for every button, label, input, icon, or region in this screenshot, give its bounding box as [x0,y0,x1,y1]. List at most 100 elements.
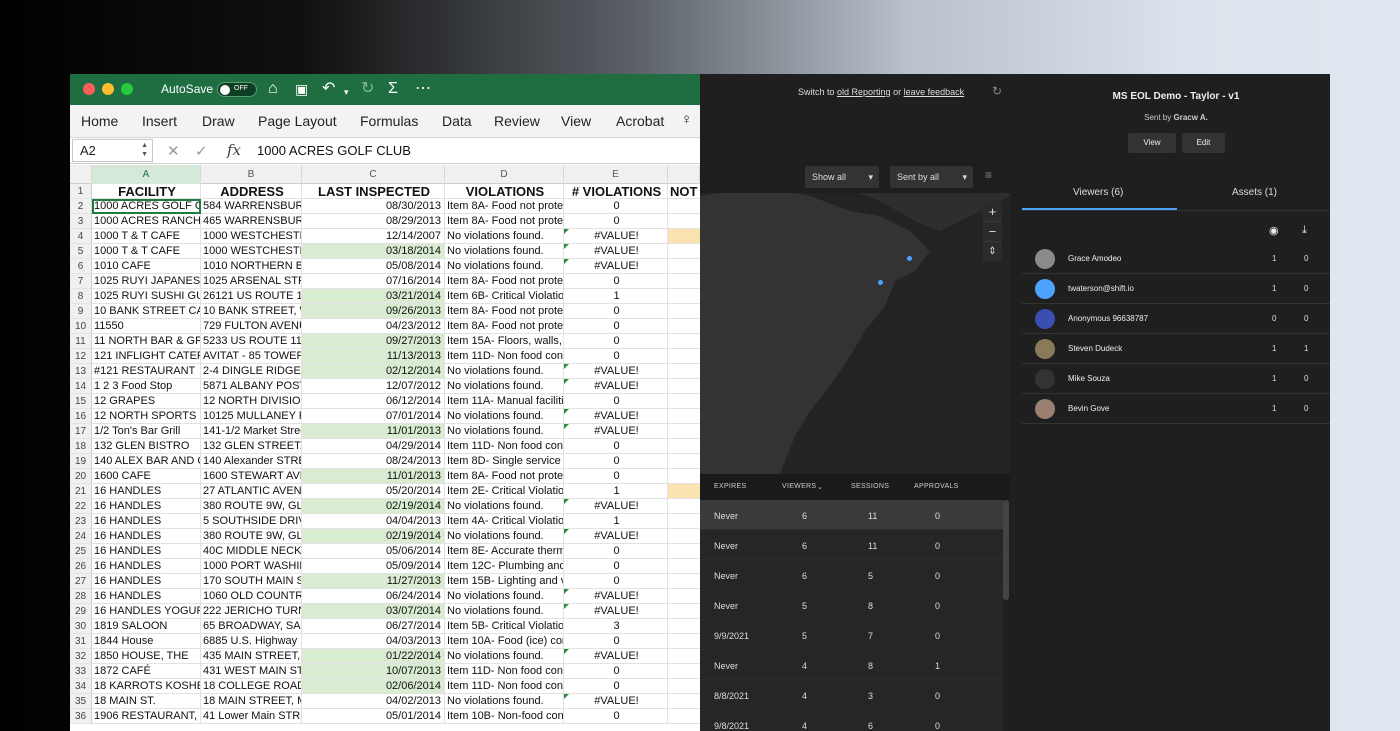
cell-num-violations[interactable]: #VALUE! [564,604,668,619]
cell-violations[interactable]: No violations found. [445,499,564,514]
list-item[interactable]: Anonymous 96638787 0 0 [1022,304,1330,334]
cell-address[interactable]: 2-4 DINGLE RIDGE R [201,364,302,379]
cell-last-inspected[interactable]: 07/16/2014 [302,274,445,289]
list-item[interactable]: Mike Souza 1 0 [1022,364,1330,394]
tab-view[interactable]: View [561,113,591,129]
cell-facility[interactable]: 1906 RESTAURANT, T [92,709,201,724]
cell-last-inspected[interactable]: 08/30/2013 [302,199,445,214]
cell-violations[interactable]: Item 11A- Manual faciliti [445,394,564,409]
column-header-b[interactable]: B [201,165,302,184]
cell-last-inspected[interactable]: 06/24/2014 [302,589,445,604]
cell-last-inspected[interactable]: 11/27/2013 [302,574,445,589]
row-number[interactable]: 33 [70,664,92,679]
cell-last-inspected[interactable]: 03/07/2014 [302,604,445,619]
error-indicator-icon[interactable] [564,589,569,594]
cell-not-c[interactable] [668,289,700,304]
row-number[interactable]: 24 [70,529,92,544]
name-box[interactable]: A2 ▲ ▼ [72,139,153,162]
cell-facility[interactable]: 1000 T & T CAFE [92,244,201,259]
cell-not-c[interactable] [668,484,700,499]
cell-last-inspected[interactable]: 08/24/2013 [302,454,445,469]
more-icon[interactable]: ⋯ [415,80,431,98]
download-icon[interactable]: ⤓ [1302,224,1307,237]
cell-violations[interactable]: No violations found. [445,604,564,619]
tab-acrobat[interactable]: Acrobat [616,113,664,129]
leave-feedback-link[interactable]: leave feedback [904,87,965,97]
cell-not-c[interactable] [668,349,700,364]
cell-last-inspected[interactable]: 06/12/2014 [302,394,445,409]
cell-num-violations[interactable]: 0 [564,454,668,469]
error-indicator-icon[interactable] [564,604,569,609]
table-row[interactable]: Never 4 8 1 [700,650,1003,680]
cell-num-violations[interactable]: 0 [564,394,668,409]
tab-insert[interactable]: Insert [142,113,177,129]
error-indicator-icon[interactable] [564,379,569,384]
cell-num-violations[interactable]: 0 [564,319,668,334]
header-not-c[interactable]: NOT C [668,184,700,199]
table-row[interactable]: 9/8/2021 4 6 0 [700,710,1003,731]
row-number[interactable]: 18 [70,439,92,454]
tab-formulas[interactable]: Formulas [360,113,418,129]
cell-address[interactable]: 1025 ARSENAL STRE [201,274,302,289]
cell-address[interactable]: 1000 WESTCHESTE [201,229,302,244]
old-reporting-link[interactable]: old Reporting [837,87,891,97]
cell-address[interactable]: 6885 U.S. Highway 1 [201,634,302,649]
cell-last-inspected[interactable]: 02/19/2014 [302,499,445,514]
cell-num-violations[interactable]: 0 [564,199,668,214]
cell-not-c[interactable] [668,679,700,694]
table-row[interactable]: 8/8/2021 4 3 0 [700,680,1003,710]
cell-violations[interactable]: Item 11D- Non food con [445,349,564,364]
cell-facility[interactable]: 1844 House [92,634,201,649]
row-number[interactable]: 23 [70,514,92,529]
cell-num-violations[interactable]: 0 [564,544,668,559]
row-number[interactable]: 3 [70,214,92,229]
cell-address[interactable]: 5233 US ROUTE 11, [201,334,302,349]
cell-address[interactable]: 40C MIDDLE NECK R [201,544,302,559]
cell-not-c[interactable] [668,469,700,484]
formula-input[interactable]: 1000 ACRES GOLF CLUB [257,143,411,158]
cell-not-c[interactable] [668,379,700,394]
zoom-out-button[interactable]: − [983,222,1002,242]
cell-not-c[interactable] [668,244,700,259]
cell-violations[interactable]: Item 4A- Critical Violation [445,514,564,529]
error-indicator-icon[interactable] [564,409,569,414]
column-header-a[interactable]: A [92,165,201,184]
cell-not-c[interactable] [668,559,700,574]
error-indicator-icon[interactable] [564,529,569,534]
cell-num-violations[interactable]: #VALUE! [564,589,668,604]
cell-facility[interactable]: 10 BANK STREET CA [92,304,201,319]
cell-address[interactable]: 18 COLLEGE ROAD, [201,679,302,694]
cell-facility[interactable]: 11 NORTH BAR & GR [92,334,201,349]
cell-last-inspected[interactable]: 03/21/2014 [302,289,445,304]
cell-facility[interactable]: 121 INFLIGHT CATER [92,349,201,364]
cell-not-c[interactable] [668,499,700,514]
row-number[interactable]: 20 [70,469,92,484]
cell-not-c[interactable] [668,589,700,604]
cell-facility[interactable]: 12 NORTH SPORTS B [92,409,201,424]
cell-num-violations[interactable]: #VALUE! [564,529,668,544]
cell-last-inspected[interactable]: 09/26/2013 [302,304,445,319]
table-row[interactable]: 9/9/2021 5 7 0 [700,620,1003,650]
tab-data[interactable]: Data [442,113,472,129]
cell-facility[interactable]: 132 GLEN BISTRO [92,439,201,454]
cell-violations[interactable]: Item 8A- Food not prote [445,274,564,289]
cell-address[interactable]: 1060 OLD COUNTRY [201,589,302,604]
cell-facility[interactable]: 1000 T & T CAFE [92,229,201,244]
cell-facility[interactable]: 16 HANDLES [92,559,201,574]
cell-not-c[interactable] [668,514,700,529]
cell-violations[interactable]: Item 8A- Food not prote [445,304,564,319]
col-viewers[interactable]: VIEWERS [782,483,816,490]
error-indicator-icon[interactable] [564,424,569,429]
tab-viewers[interactable]: Viewers (6) [1073,187,1123,198]
refresh-icon[interactable]: ↻ [992,84,1002,98]
view-button[interactable]: View [1128,133,1176,153]
cell-violations[interactable]: No violations found. [445,244,564,259]
row-number[interactable]: 7 [70,274,92,289]
cell-last-inspected[interactable]: 05/01/2014 [302,709,445,724]
cell-not-c[interactable] [668,424,700,439]
error-indicator-icon[interactable] [564,694,569,699]
list-item[interactable]: twaterson@shift.io 1 0 [1022,274,1330,304]
map-marker[interactable] [907,256,912,261]
row-number[interactable]: 34 [70,679,92,694]
row-number[interactable]: 16 [70,409,92,424]
